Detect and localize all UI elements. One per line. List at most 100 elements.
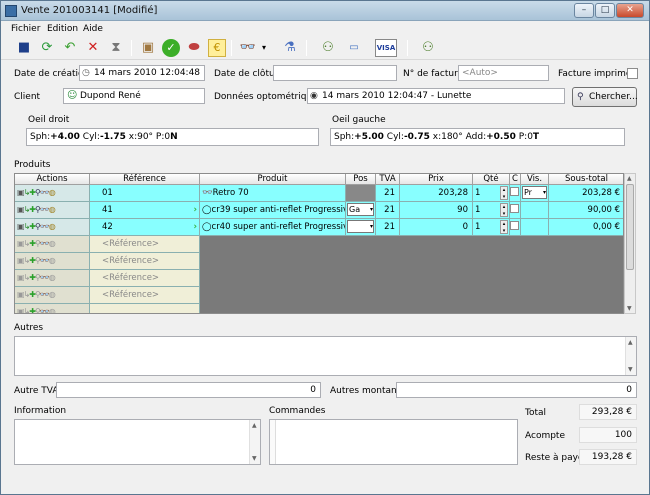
close-button[interactable]: ✕ bbox=[616, 3, 644, 18]
table-row-empty-ref[interactable]: <Référence> bbox=[90, 253, 200, 270]
row-actions-icons[interactable]: ▣↳✚⚲👓◍ bbox=[15, 219, 90, 236]
table-row-empty-ref[interactable]: <Référence> bbox=[90, 236, 200, 253]
col-c[interactable]: C bbox=[510, 174, 521, 185]
table-row-empty-ref[interactable]: <Référence> bbox=[90, 287, 200, 304]
glasses-icon[interactable]: 👓 bbox=[239, 39, 257, 57]
table-row-empty-ref[interactable] bbox=[90, 304, 200, 313]
table-row-pos[interactable] bbox=[346, 185, 376, 202]
menu-aide[interactable]: Aide bbox=[83, 24, 103, 34]
col-tva[interactable]: TVA bbox=[376, 174, 400, 185]
client-field[interactable]: ☺ Dupond René bbox=[63, 88, 205, 104]
flask-icon[interactable]: ⚗ bbox=[281, 39, 299, 57]
row-actions-icons[interactable]: ▣↳✚⚲👓◍ bbox=[15, 202, 90, 219]
chevron-right-icon[interactable]: › bbox=[193, 202, 197, 218]
table-row-sous-total[interactable]: 203,28 € bbox=[549, 185, 623, 202]
table-row-prix[interactable]: 90 bbox=[400, 202, 473, 219]
chevron-right-icon[interactable]: › bbox=[193, 219, 197, 235]
table-row-produit[interactable]: 👓Retro 70 bbox=[200, 185, 346, 202]
validate-icon[interactable]: ✓ bbox=[162, 39, 180, 57]
visa-icon[interactable]: VISA bbox=[375, 39, 397, 57]
col-sous-total[interactable]: Sous-total bbox=[549, 174, 623, 185]
table-row-tva[interactable]: 21 bbox=[376, 202, 400, 219]
col-reference[interactable]: Référence bbox=[90, 174, 200, 185]
scroll-up-icon[interactable]: ▲ bbox=[627, 175, 632, 182]
table-row-c[interactable] bbox=[510, 219, 521, 236]
euro-icon[interactable]: € bbox=[208, 39, 226, 57]
delete-icon[interactable]: ✕ bbox=[84, 39, 102, 57]
table-row-qte[interactable]: 1 ▴ ▾ bbox=[473, 202, 510, 219]
row-actions-icons[interactable]: ▣↳✚⚲👓◍ bbox=[15, 270, 90, 287]
information-textarea[interactable]: ▲ ▼ bbox=[14, 419, 261, 465]
col-vis[interactable]: Vis. bbox=[521, 174, 549, 185]
row-actions-icons[interactable]: ▣↳✚⚲👓◍ bbox=[15, 185, 90, 202]
table-row-produit[interactable]: ◯cr40 super anti-reflet Progressive O bbox=[200, 219, 346, 236]
eraser-icon[interactable]: ⬬ bbox=[185, 39, 203, 57]
qte-spinner[interactable]: ▴ ▾ bbox=[500, 220, 508, 234]
acompte-label: Acompte bbox=[525, 431, 565, 441]
people-icon[interactable]: ⚇ bbox=[319, 39, 337, 57]
table-row-produit[interactable]: ◯cr39 super anti-reflet Progressive O bbox=[200, 202, 346, 219]
table-row-c[interactable] bbox=[510, 185, 521, 202]
table-row-c[interactable] bbox=[510, 202, 521, 219]
refresh-icon[interactable]: ⟳ bbox=[38, 39, 56, 57]
table-row-vis[interactable] bbox=[521, 202, 549, 219]
menu-fichier[interactable]: Fichier bbox=[11, 24, 40, 34]
col-pos[interactable]: Pos bbox=[346, 174, 376, 185]
commandes-list[interactable] bbox=[269, 419, 518, 465]
col-qte[interactable]: Qté bbox=[473, 174, 510, 185]
minimize-button[interactable]: – bbox=[574, 3, 594, 18]
qte-spinner[interactable]: ▴ ▾ bbox=[500, 203, 508, 217]
table-row-sous-total[interactable]: 90,00 € bbox=[549, 202, 623, 219]
qte-spinner[interactable]: ▴ ▾ bbox=[500, 186, 508, 200]
table-row-empty-ref[interactable]: <Référence> bbox=[90, 270, 200, 287]
facture-imprimee-checkbox[interactable] bbox=[627, 68, 638, 79]
autre-tva-field[interactable]: 0 bbox=[56, 382, 321, 398]
oeil-gauche-field[interactable]: Sph:+5.00 Cyl:-0.75 x:180° Add:+0.50 P:0… bbox=[330, 128, 625, 146]
table-row-ref[interactable]: 42 › bbox=[90, 219, 200, 236]
table-row-vis[interactable] bbox=[521, 219, 549, 236]
table-row-prix[interactable]: 203,28 bbox=[400, 185, 473, 202]
scrollbar[interactable]: ▲ ▼ bbox=[249, 420, 260, 464]
col-prix[interactable]: Prix bbox=[400, 174, 473, 185]
table-row-tva[interactable]: 21 bbox=[376, 219, 400, 236]
table-row-ref[interactable]: 41 › bbox=[90, 202, 200, 219]
row-actions-icons[interactable]: ▣↳✚⚲👓◍ bbox=[15, 304, 90, 313]
hourglass-icon[interactable]: ⧗ bbox=[107, 39, 125, 57]
dropdown-icon[interactable]: ▾ bbox=[259, 39, 269, 57]
oeil-droit-field[interactable]: Sph:+4.00 Cyl:-1.75 x:90° P:0N bbox=[26, 128, 319, 146]
table-row-qte[interactable]: 1 ▴ ▾ bbox=[473, 219, 510, 236]
table-row-prix[interactable]: 0 bbox=[400, 219, 473, 236]
toolbar: ■ ⟳ ↶ ✕ ⧗ ▣ ✓ ⬬ € 👓 ▾ ⚗ ⚇ ▭ VISA ⚇ bbox=[1, 36, 649, 60]
donnees-field[interactable]: ◉ 14 mars 2010 12:04:47 - Lunette bbox=[307, 88, 565, 104]
row-actions-icons[interactable]: ▣↳✚⚲👓◍ bbox=[15, 253, 90, 270]
undo-icon[interactable]: ↶ bbox=[61, 39, 79, 57]
col-produit[interactable]: Produit bbox=[200, 174, 346, 185]
scroll-down-icon[interactable]: ▼ bbox=[627, 305, 632, 312]
menu-edition[interactable]: Edition bbox=[47, 24, 78, 34]
table-row-pos[interactable]: Ga ▾ bbox=[346, 202, 376, 219]
table-row-pos[interactable]: ▾ bbox=[346, 219, 376, 236]
row-actions-icons[interactable]: ▣↳✚⚲👓◍ bbox=[15, 236, 90, 253]
row-actions-icons[interactable]: ▣↳✚⚲👓◍ bbox=[15, 287, 90, 304]
table-row-vis[interactable]: Pr ▾ bbox=[521, 185, 549, 202]
scroll-thumb[interactable] bbox=[626, 184, 634, 270]
date-cloture-field[interactable] bbox=[273, 65, 397, 81]
chercher-button[interactable]: ⚲ Chercher... bbox=[572, 87, 638, 107]
table-row-qte[interactable]: 1 ▴ ▾ bbox=[473, 185, 510, 202]
autres-textarea[interactable]: ▲ ▼ bbox=[14, 336, 637, 376]
maximize-button[interactable]: □ bbox=[595, 3, 615, 18]
scrollbar[interactable]: ▲ ▼ bbox=[625, 337, 636, 375]
box-icon[interactable]: ▣ bbox=[139, 39, 157, 57]
table-row-sous-total[interactable]: 0,00 € bbox=[549, 219, 623, 236]
group-icon[interactable]: ⚇ bbox=[419, 39, 437, 57]
table-row-tva[interactable]: 21 bbox=[376, 185, 400, 202]
autres-montants-field[interactable]: 0 bbox=[396, 382, 637, 398]
grid-scrollbar[interactable]: ▲ ▼ bbox=[624, 173, 636, 314]
save-icon[interactable]: ■ bbox=[15, 39, 33, 57]
col-actions[interactable]: Actions bbox=[15, 174, 90, 185]
date-creation-field[interactable]: ◷ 14 mars 2010 12:04:48 bbox=[79, 65, 205, 81]
table-row-ref[interactable]: 01 bbox=[90, 185, 200, 202]
acompte-field[interactable]: 100 bbox=[579, 427, 637, 443]
card-icon[interactable]: ▭ bbox=[345, 39, 363, 57]
facture-field[interactable]: <Auto> bbox=[458, 65, 549, 81]
